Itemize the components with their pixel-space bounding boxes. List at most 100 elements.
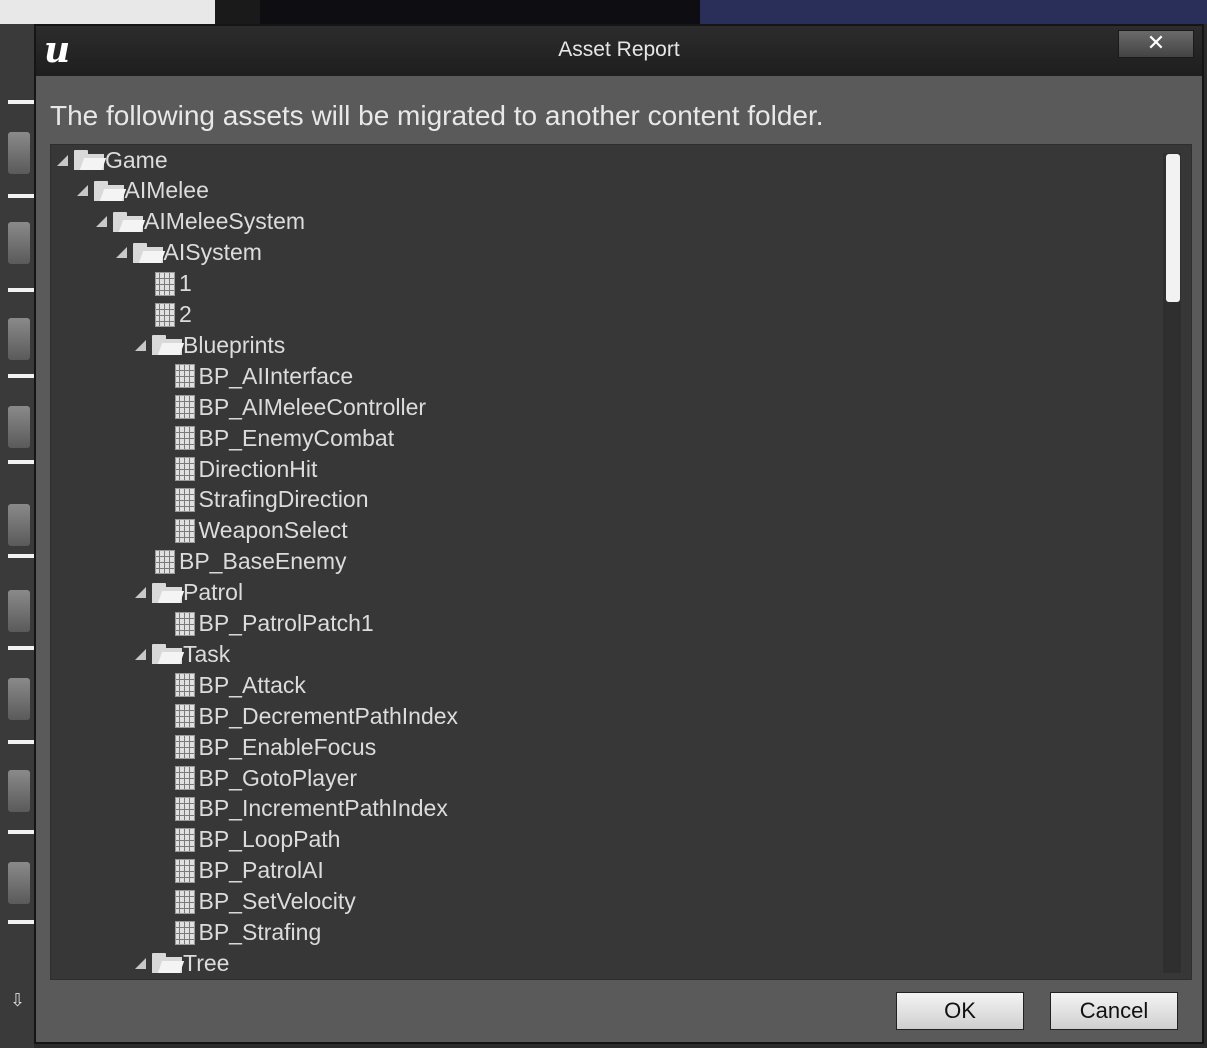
close-button[interactable]: ✕: [1118, 30, 1194, 58]
sidebar-divider: [8, 920, 34, 924]
tree-asset-row[interactable]: BP_IncrementPathIndex: [174, 794, 448, 824]
blueprint-asset-icon: [174, 487, 195, 512]
tree-asset-row[interactable]: 2: [155, 300, 192, 330]
migration-message: The following assets will be migrated to…: [50, 100, 824, 131]
tree-item-label: BP_PatrolAI: [198, 857, 324, 884]
cancel-button[interactable]: Cancel: [1050, 992, 1178, 1030]
tree-asset-row[interactable]: BP_EnemyCombat: [174, 423, 395, 453]
background-editor-toolbar: [0, 0, 1207, 24]
tree-folder-row[interactable]: AIMeleeSystem: [96, 207, 305, 237]
asset-report-dialog: u Asset Report ✕ The following assets wi…: [34, 24, 1204, 1044]
blueprint-asset-icon: [174, 766, 195, 790]
expanded-arrow-icon[interactable]: [76, 185, 88, 197]
tree-item-label: Task: [183, 640, 231, 667]
tree-asset-row[interactable]: BP_Strafing: [174, 918, 321, 948]
tree-item-label: Blueprints: [183, 331, 286, 358]
sidebar-tool[interactable]: [8, 132, 30, 174]
tree-folder-row[interactable]: AIMelee: [76, 176, 209, 206]
sidebar-tool[interactable]: [8, 590, 30, 632]
expanded-arrow-icon[interactable]: [115, 247, 127, 259]
tree-item-label: BP_AIInterface: [198, 362, 354, 389]
blueprint-asset-icon: [174, 518, 195, 543]
blueprint-asset-icon: [174, 858, 195, 883]
tree-item-label: DirectionHit: [198, 455, 318, 482]
sidebar-divider: [8, 100, 34, 104]
tree-asset-row[interactable]: BP_SetVelocity: [174, 887, 356, 917]
sidebar-divider: [8, 554, 34, 558]
dialog-titlebar[interactable]: u Asset Report ✕: [36, 26, 1202, 76]
tree-item-label: BP_BaseEnemy: [179, 548, 347, 575]
expanded-arrow-icon[interactable]: [135, 648, 146, 660]
sidebar-divider: [8, 646, 34, 650]
tree-asset-row[interactable]: BP_Attack: [174, 670, 306, 700]
tree-asset-row[interactable]: BP_AIMeleeController: [174, 392, 426, 422]
blueprint-asset-icon: [174, 889, 195, 914]
folder-icon: [93, 180, 126, 201]
tree-folder-row[interactable]: Tree: [135, 948, 229, 978]
tree-asset-row[interactable]: StrafingDirection: [174, 485, 369, 515]
tree-folder-row[interactable]: Blueprints: [135, 330, 285, 360]
blueprint-asset-icon: [174, 704, 195, 729]
tree-asset-row[interactable]: WeaponSelect: [174, 516, 348, 546]
tree-asset-row[interactable]: BP_DecrementPathIndex: [174, 701, 459, 731]
asset-tree-panel: Game AIMelee AIMeleeSystem AISystem 1 2 Bluepr…: [50, 144, 1192, 980]
expanded-arrow-icon[interactable]: [135, 339, 146, 351]
folder-icon: [132, 242, 165, 263]
blueprint-asset-icon: [174, 735, 195, 760]
tree-folder-row[interactable]: Game: [57, 145, 168, 175]
tree-asset-row[interactable]: BP_AIInterface: [174, 361, 354, 391]
blueprint-asset-icon: [155, 549, 175, 574]
sidebar-tool[interactable]: [8, 406, 30, 448]
sidebar-divider: [8, 194, 34, 198]
tree-item-label: StrafingDirection: [198, 486, 369, 513]
folder-icon: [152, 953, 185, 974]
blueprint-asset-icon: [174, 611, 195, 636]
tree-item-label: Game: [105, 146, 168, 173]
expanded-arrow-icon[interactable]: [57, 154, 68, 166]
sidebar-tool[interactable]: [8, 678, 30, 720]
tree-asset-row[interactable]: DirectionHit: [174, 454, 318, 484]
expanded-arrow-icon[interactable]: [135, 957, 146, 969]
expanded-arrow-icon[interactable]: [135, 587, 146, 599]
download-icon[interactable]: ⇩: [10, 990, 25, 1011]
tree-asset-row[interactable]: BP_GotoPlayer: [174, 763, 358, 793]
blueprint-asset-icon: [174, 920, 195, 945]
sidebar-tool[interactable]: [8, 504, 30, 546]
tree-item-label: BP_EnemyCombat: [198, 424, 395, 451]
tree-asset-row[interactable]: BP_EnableFocus: [174, 732, 376, 762]
tree-asset-row[interactable]: BP_LoopPath: [174, 825, 341, 855]
sidebar-divider: [8, 830, 34, 834]
blueprint-asset-icon: [155, 271, 175, 296]
sidebar-tool[interactable]: [8, 770, 30, 812]
sidebar-divider: [8, 288, 34, 292]
tree-item-label: WeaponSelect: [198, 517, 348, 544]
sidebar-tool[interactable]: [8, 318, 30, 360]
ok-button[interactable]: OK: [896, 992, 1024, 1030]
sidebar-divider: [8, 740, 34, 744]
tree-item-label: BP_SetVelocity: [198, 888, 356, 915]
folder-icon: [74, 150, 107, 170]
tree-folder-row[interactable]: Task: [135, 639, 230, 669]
expanded-arrow-icon[interactable]: [96, 216, 107, 228]
blueprint-asset-icon: [174, 395, 195, 420]
sidebar-tool[interactable]: [8, 862, 30, 904]
tree-item-label: BP_GotoPlayer: [198, 764, 358, 791]
tree-item-label: BP_DecrementPathIndex: [198, 702, 459, 729]
tree-scrollbar-thumb[interactable]: [1166, 154, 1180, 302]
tree-asset-row[interactable]: 1: [155, 269, 192, 299]
sidebar-tool[interactable]: [8, 222, 30, 264]
tree-item-label: AIMeleeSystem: [144, 208, 306, 235]
tree-asset-row[interactable]: BP_PatrolPatch1: [174, 609, 374, 639]
tree-item-label: BP_IncrementPathIndex: [198, 795, 448, 822]
tree-folder-row[interactable]: Patrol: [135, 578, 243, 608]
tree-folder-row[interactable]: AISystem: [115, 238, 262, 268]
background-editor-sidebar: [0, 24, 34, 1048]
tree-asset-row[interactable]: BP_PatrolAI: [174, 856, 324, 886]
tree-item-label: BP_PatrolPatch1: [198, 610, 374, 636]
sidebar-divider: [8, 374, 34, 378]
tree-asset-row[interactable]: BP_BaseEnemy: [155, 547, 346, 577]
tree-item-label: BP_LoopPath: [198, 826, 341, 853]
sidebar-divider: [8, 460, 34, 464]
blueprint-asset-icon: [174, 796, 195, 821]
folder-icon: [152, 582, 185, 603]
